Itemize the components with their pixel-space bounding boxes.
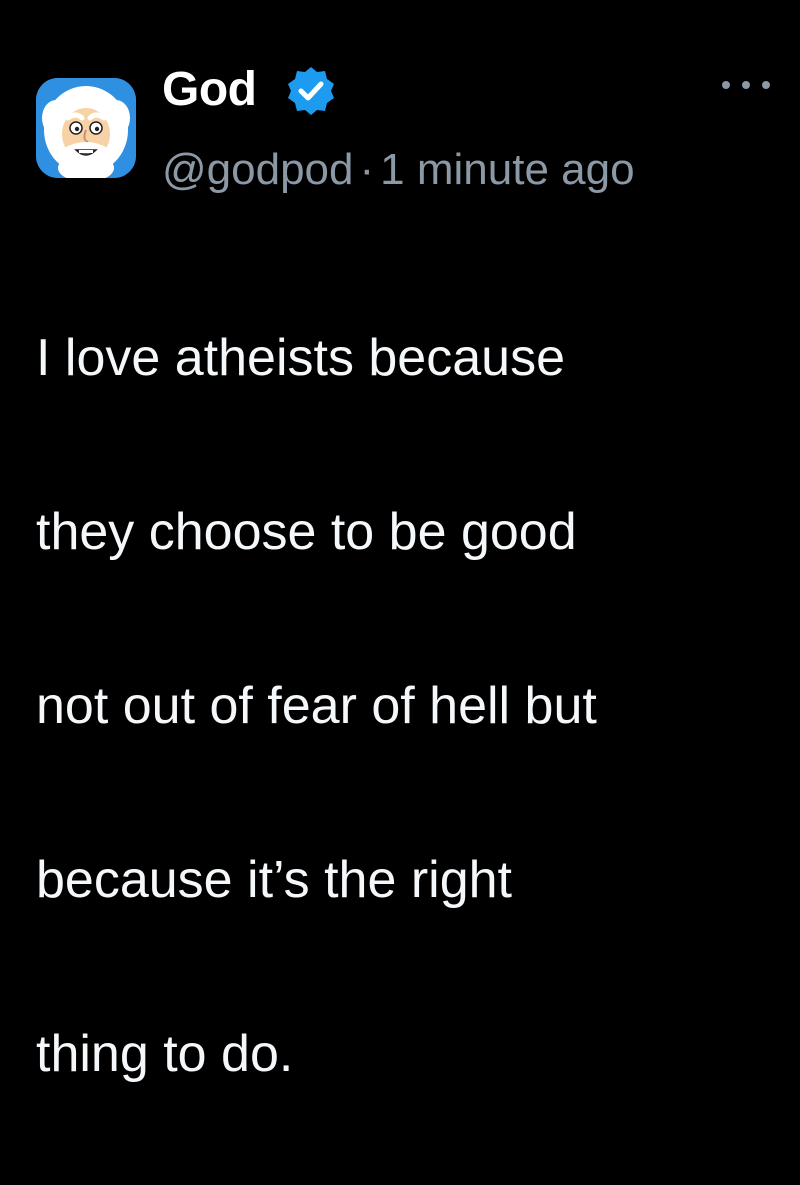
tweet-line: thing to do. (36, 1025, 294, 1083)
timestamp[interactable]: 1 minute ago (380, 145, 634, 194)
tweet: God @godpod · 1 minute ago I love atheists… (0, 0, 800, 1083)
dot (722, 81, 730, 89)
display-name[interactable]: God (162, 60, 257, 120)
dot (742, 81, 750, 89)
tweet-meta: @godpod · 1 minute ago (162, 142, 635, 198)
tweet-line: I love atheists because (36, 329, 565, 387)
tweet-line: they choose to be good (36, 503, 577, 561)
verified-badge-icon (284, 64, 338, 118)
handle[interactable]: @godpod (162, 145, 354, 194)
tweet-line: because it’s the right (36, 851, 512, 909)
more-options-icon[interactable] (722, 70, 770, 100)
meta-separator: · (359, 145, 375, 194)
cartoon-god-avatar-icon (36, 78, 136, 178)
avatar[interactable] (36, 78, 136, 178)
dot (762, 81, 770, 89)
tweet-text: I love atheists because they choose to b… (36, 228, 776, 1185)
tweet-line: not out of fear of hell but (36, 677, 597, 735)
